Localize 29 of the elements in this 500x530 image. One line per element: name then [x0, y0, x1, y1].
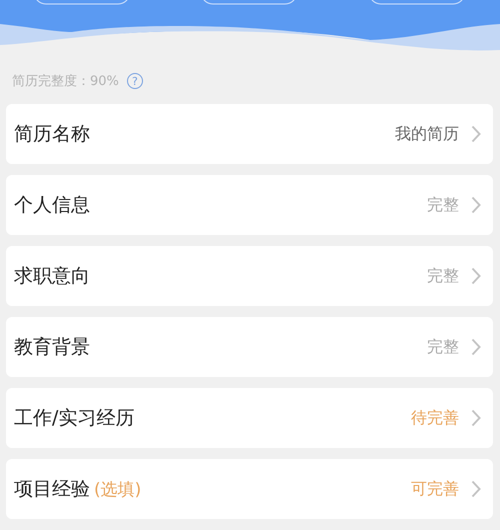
chevron-right-icon — [471, 267, 481, 285]
section-title: 求职意向 — [14, 264, 90, 289]
chevron-right-icon — [471, 480, 481, 498]
chevron-right-icon — [471, 409, 481, 427]
chevron-right-icon — [471, 196, 481, 214]
section-status: 可完善 — [411, 478, 459, 500]
section-title: 教育背景 — [14, 335, 90, 360]
pill-button[interactable] — [200, 0, 298, 4]
section-row[interactable]: 工作/实习经历 待完善 — [6, 388, 493, 448]
chevron-right-icon — [471, 338, 481, 356]
section-row[interactable]: 简历名称 我的简历 — [6, 104, 493, 164]
section-title: 工作/实习经历 — [14, 406, 134, 431]
completeness-label: 简历完整度：90% — [12, 73, 119, 90]
pill-button[interactable] — [34, 0, 130, 4]
section-title: 项目经验 — [14, 477, 90, 502]
section-row[interactable]: 教育背景 完整 — [6, 317, 493, 377]
section-row[interactable]: 个人信息 完整 — [6, 175, 493, 235]
section-title: 简历名称 — [14, 122, 90, 147]
section-status: 完整 — [427, 266, 459, 286]
section-status: 完整 — [427, 336, 459, 358]
section-row[interactable]: 项目经验 (选填) 可完善 — [6, 459, 493, 519]
section-status: 待完善 — [411, 408, 459, 428]
chevron-right-icon — [471, 125, 481, 143]
section-status: 完整 — [427, 194, 459, 216]
section-status: 我的简历 — [395, 124, 459, 144]
pill-button[interactable] — [368, 0, 466, 4]
section-title: 个人信息 — [14, 193, 90, 218]
section-row[interactable]: 求职意向 完整 — [6, 246, 493, 306]
optional-tag: (选填) — [94, 478, 142, 500]
